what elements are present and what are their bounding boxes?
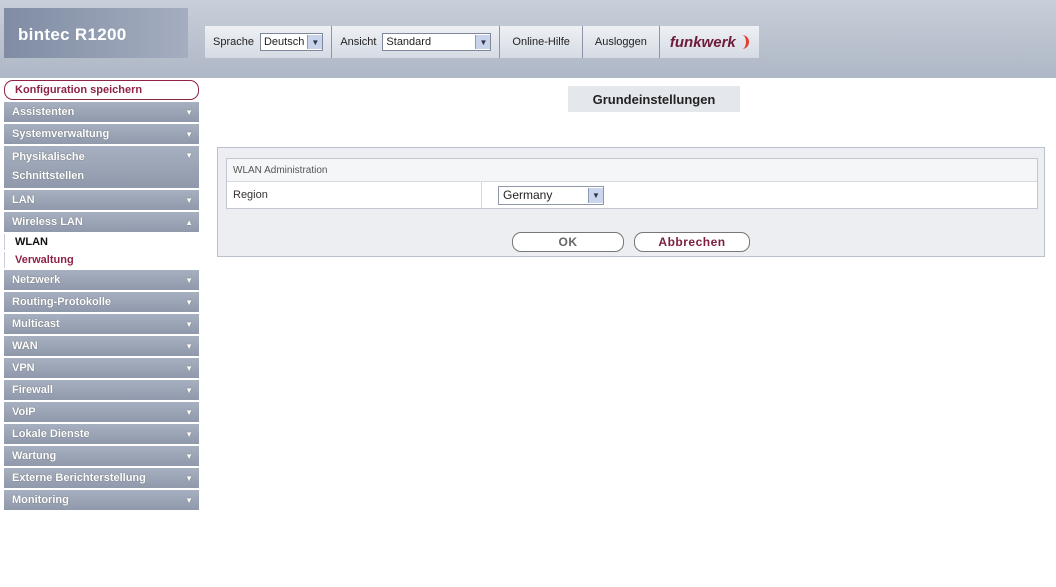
sidebar-item-assistenten[interactable]: Assistenten ▼ (4, 102, 199, 122)
brand-logo: funkwerk (659, 26, 759, 58)
caret-down-icon: ▼ (185, 151, 193, 160)
sidebar-item-label: LAN (12, 194, 35, 206)
region-value: Germany (503, 188, 553, 202)
save-configuration-button[interactable]: Konfiguration speichern (4, 80, 199, 100)
caret-down-icon: ▼ (185, 129, 193, 139)
sidebar-subitem-wlan[interactable]: WLAN (4, 234, 199, 250)
caret-down-icon: ▼ (185, 195, 193, 205)
top-toolbar: Sprache Deutsch ▼ Ansicht Standard ▼ Onl… (205, 26, 759, 58)
app-header: bintec R1200 Sprache Deutsch ▼ Ansicht S… (0, 0, 1056, 78)
online-help-link[interactable]: Online-Hilfe (500, 26, 583, 58)
sidebar-item-lokale-dienste[interactable]: Lokale Dienste ▼ (4, 424, 199, 444)
language-select[interactable]: Deutsch ▼ (259, 33, 324, 51)
settings-form: WLAN Administration Region Germany ▼ (226, 158, 1038, 209)
sidebar-item-lan[interactable]: LAN ▼ (4, 190, 199, 210)
product-logo: bintec R1200 (4, 8, 188, 58)
sidebar: Konfiguration speichern Assistenten ▼ Sys… (4, 80, 199, 512)
region-label: Region (227, 182, 482, 208)
sidebar-item-label: Physikalische Schnittstellen (12, 148, 85, 186)
sidebar-item-label: Netzwerk (12, 274, 61, 286)
brand-name: funkwerk (669, 33, 736, 51)
caret-down-icon: ▼ (185, 407, 193, 417)
view-label: Ansicht (340, 36, 377, 48)
caret-down-icon: ▼ (185, 473, 193, 483)
signal-icon (738, 35, 749, 49)
section-header: WLAN Administration (227, 159, 1037, 182)
caret-down-icon: ▼ (185, 495, 193, 505)
page-title: Grundeinstellungen (568, 86, 740, 112)
sidebar-item-label: Wireless LAN (12, 216, 83, 228)
language-value: Deutsch (263, 36, 305, 48)
caret-down-icon: ▼ (185, 451, 193, 461)
form-buttons: OK Abbrechen (218, 232, 1044, 252)
sidebar-item-wan[interactable]: WAN ▼ (4, 336, 199, 356)
sidebar-item-wireless-lan[interactable]: Wireless LAN ▲ (4, 212, 199, 232)
view-select[interactable]: Standard ▼ (382, 33, 492, 51)
region-value-cell: Germany ▼ (482, 185, 604, 205)
caret-down-icon: ▼ (185, 385, 193, 395)
sidebar-item-externe-berichterstellung[interactable]: Externe Berichterstellung ▼ (4, 468, 199, 488)
sidebar-item-label: Systemverwaltung (12, 128, 110, 140)
sidebar-item-vpn[interactable]: VPN ▼ (4, 358, 199, 378)
caret-down-icon: ▼ (185, 429, 193, 439)
sidebar-item-label: Assistenten (12, 106, 75, 118)
region-row: Region Germany ▼ (227, 182, 1037, 208)
sidebar-item-monitoring[interactable]: Monitoring ▼ (4, 490, 199, 510)
sidebar-item-label: Monitoring (12, 494, 69, 506)
settings-panel: WLAN Administration Region Germany ▼ OK … (217, 147, 1045, 257)
product-name: bintec R1200 (18, 25, 127, 44)
chevron-down-icon: ▼ (588, 187, 603, 203)
sidebar-item-wartung[interactable]: Wartung ▼ (4, 446, 199, 466)
sidebar-item-label: Multicast (12, 318, 60, 330)
sidebar-item-label: Routing-Protokolle (12, 296, 111, 308)
label-line-2: Schnittstellen (12, 170, 85, 182)
chevron-down-icon: ▼ (475, 35, 491, 49)
caret-up-icon: ▲ (185, 217, 193, 227)
cancel-button[interactable]: Abbrechen (634, 232, 750, 252)
caret-down-icon: ▼ (185, 363, 193, 373)
sidebar-item-label: VoIP (12, 406, 36, 418)
sidebar-item-label: WAN (12, 340, 38, 352)
sidebar-item-label: Wartung (12, 450, 57, 462)
caret-down-icon: ▼ (185, 297, 193, 307)
sidebar-item-label: Lokale Dienste (12, 428, 90, 440)
caret-down-icon: ▼ (185, 319, 193, 329)
sidebar-item-label: VPN (12, 362, 35, 374)
sidebar-item-label: Externe Berichterstellung (12, 472, 146, 484)
sidebar-item-routing-protokolle[interactable]: Routing-Protokolle ▼ (4, 292, 199, 312)
sidebar-subitem-verwaltung[interactable]: Verwaltung (4, 252, 199, 268)
caret-down-icon: ▼ (185, 341, 193, 351)
sidebar-item-systemverwaltung[interactable]: Systemverwaltung ▼ (4, 124, 199, 144)
language-control: Sprache Deutsch ▼ (205, 26, 333, 58)
logout-link[interactable]: Ausloggen (582, 26, 660, 58)
view-control: Ansicht Standard ▼ (332, 26, 501, 58)
caret-down-icon: ▼ (185, 275, 193, 285)
sidebar-item-firewall[interactable]: Firewall ▼ (4, 380, 199, 400)
sidebar-item-multicast[interactable]: Multicast ▼ (4, 314, 199, 334)
region-select[interactable]: Germany ▼ (498, 185, 604, 205)
sidebar-item-label: Firewall (12, 384, 53, 396)
sidebar-item-voip[interactable]: VoIP ▼ (4, 402, 199, 422)
ok-button[interactable]: OK (512, 232, 624, 252)
language-label: Sprache (213, 36, 254, 48)
chevron-down-icon: ▼ (307, 35, 323, 49)
sidebar-item-netzwerk[interactable]: Netzwerk ▼ (4, 270, 199, 290)
caret-down-icon: ▼ (185, 107, 193, 117)
view-value: Standard (386, 36, 432, 48)
label-line-1: Physikalische (12, 151, 85, 163)
sidebar-item-physikalische-schnittstellen[interactable]: Physikalische Schnittstellen ▼ (4, 146, 199, 188)
